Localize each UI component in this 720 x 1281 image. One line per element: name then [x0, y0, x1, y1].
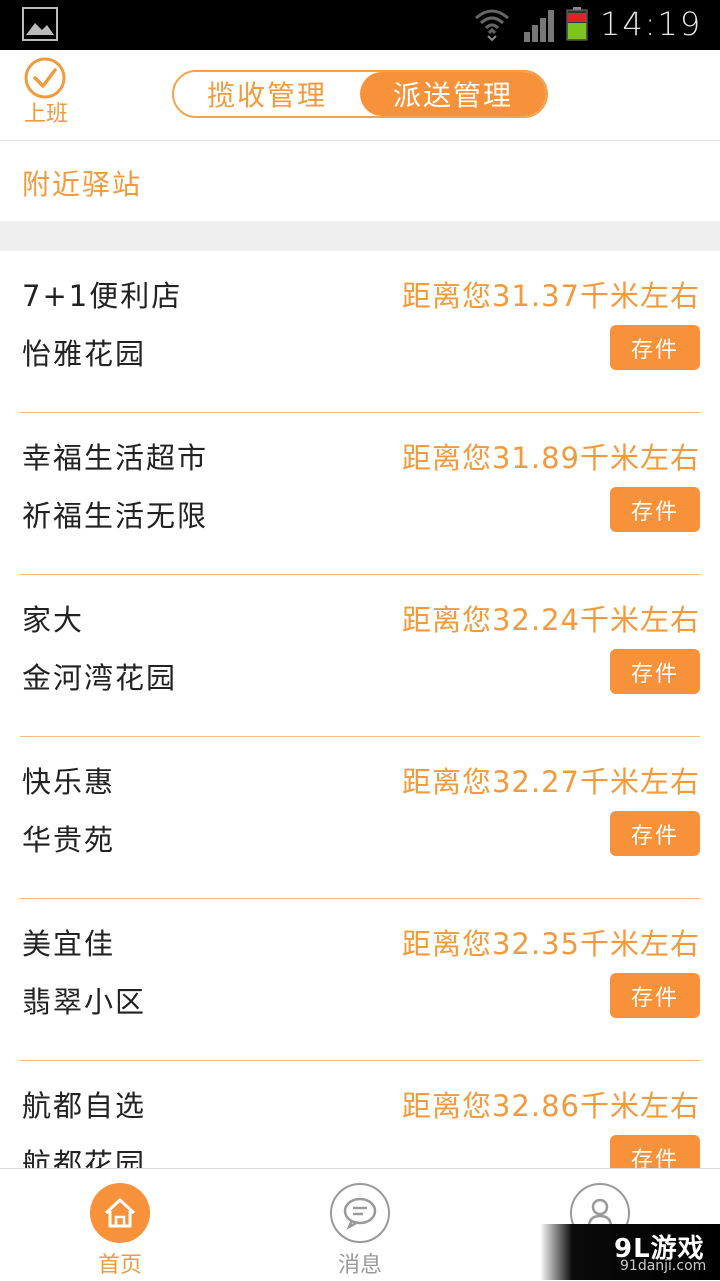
station-address: 翡翠小区: [22, 985, 147, 1019]
nav-home-label: 首页: [97, 1253, 142, 1278]
watermark: 9L游戏 91danji.com: [540, 1224, 720, 1280]
check-circle-icon: [24, 57, 66, 99]
list-item: 快乐惠 距离您32.27千米左右 华贵苑 存件: [20, 737, 700, 899]
deposit-button[interactable]: 存件: [610, 973, 700, 1018]
station-address: 华贵苑: [22, 823, 116, 857]
station-name: 美宜佳: [22, 927, 116, 961]
station-name: 幸福生活超市: [22, 441, 209, 475]
list-item: 7+1便利店 距离您31.37千米左右 怡雅花园 存件: [20, 251, 700, 413]
tab-delivery-management[interactable]: 派送管理: [360, 72, 546, 116]
station-address: 怡雅花园: [22, 337, 147, 371]
gallery-icon: [22, 7, 58, 41]
station-address: 航都花园: [22, 1147, 147, 1169]
wifi-icon: [475, 9, 509, 42]
nav-messages-label: 消息: [337, 1253, 382, 1278]
nav-home[interactable]: 首页: [70, 1183, 170, 1279]
header: 上班 揽收管理 派送管理: [0, 50, 720, 141]
nav-messages[interactable]: 消息: [310, 1183, 410, 1279]
deposit-button[interactable]: 存件: [610, 1135, 700, 1169]
deposit-button[interactable]: 存件: [610, 811, 700, 856]
battery-icon: [566, 7, 588, 41]
watermark-url: 91danji.com: [620, 1258, 707, 1274]
check-in-button[interactable]: 上班: [16, 54, 76, 134]
home-icon: [90, 1183, 150, 1243]
mode-tabs: 揽收管理 派送管理: [172, 70, 548, 118]
tab-pickup-management[interactable]: 揽收管理: [174, 72, 360, 116]
station-distance: 距离您31.37千米左右: [401, 279, 700, 313]
station-distance: 距离您32.86千米左右: [401, 1089, 700, 1123]
clock: 14:19: [600, 5, 703, 43]
station-distance: 距离您32.35千米左右: [401, 927, 700, 961]
list-item: 家大 距离您32.24千米左右 金河湾花园 存件: [20, 575, 700, 737]
list-item: 美宜佳 距离您32.35千米左右 翡翠小区 存件: [20, 899, 700, 1061]
station-distance: 距离您31.89千米左右: [401, 441, 700, 475]
deposit-button[interactable]: 存件: [610, 649, 700, 694]
check-in-label: 上班: [23, 102, 68, 127]
list-item: 幸福生活超市 距离您31.89千米左右 祈福生活无限 存件: [20, 413, 700, 575]
section-divider: [0, 221, 720, 251]
station-address: 金河湾花园: [22, 661, 178, 695]
message-icon: [330, 1183, 390, 1243]
status-bar: 14:19: [0, 0, 720, 50]
signal-icon: [524, 10, 554, 42]
station-name: 7+1便利店: [22, 279, 183, 313]
deposit-button[interactable]: 存件: [610, 487, 700, 532]
station-list: 7+1便利店 距离您31.37千米左右 怡雅花园 存件 幸福生活超市 距离您31…: [0, 251, 720, 1169]
station-name: 家大: [22, 603, 85, 637]
station-address: 祈福生活无限: [22, 499, 209, 533]
station-name: 航都自选: [22, 1089, 147, 1123]
station-name: 快乐惠: [22, 765, 116, 799]
station-distance: 距离您32.27千米左右: [401, 765, 700, 799]
section-title: 附近驿站: [22, 168, 143, 201]
list-item: 航都自选 距离您32.86千米左右 航都花园 存件: [20, 1061, 700, 1169]
section-header: 附近驿站: [0, 141, 720, 221]
station-distance: 距离您32.24千米左右: [401, 603, 700, 637]
deposit-button[interactable]: 存件: [610, 325, 700, 370]
